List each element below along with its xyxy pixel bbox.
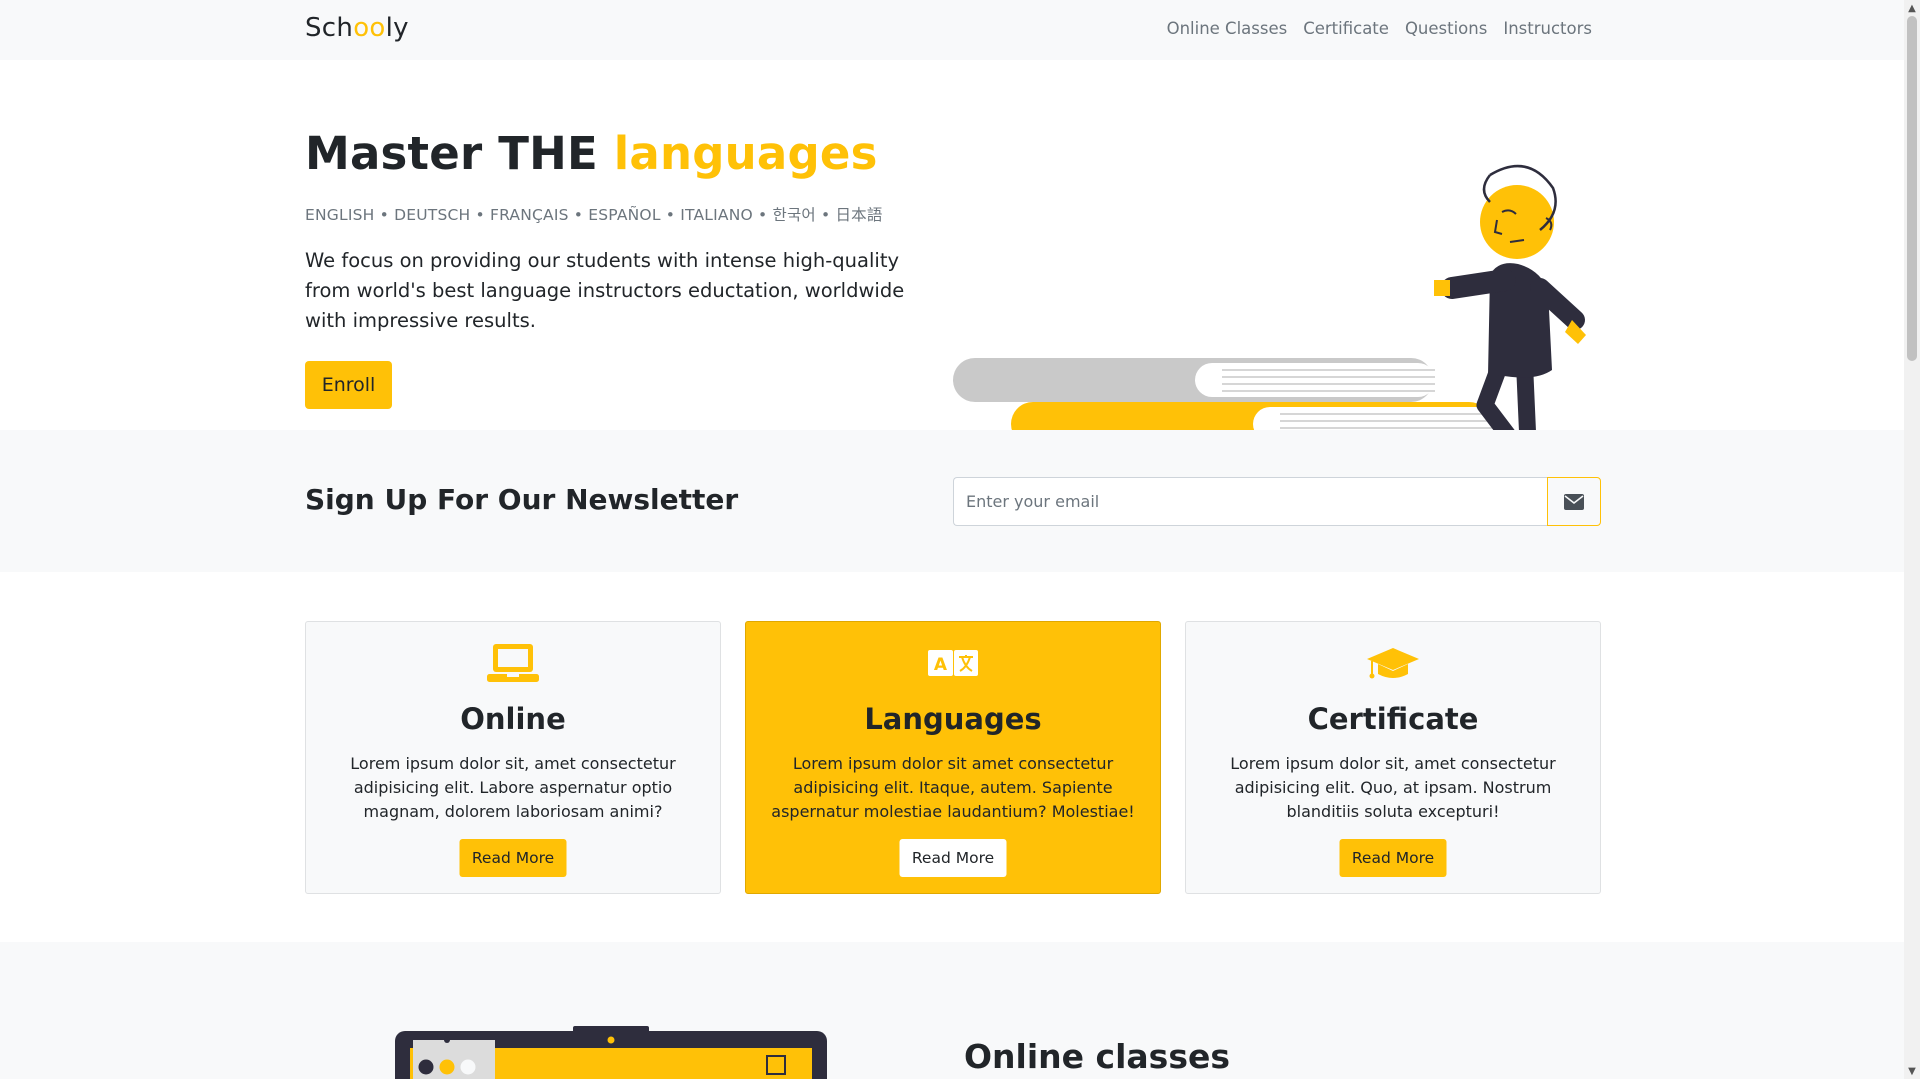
- nav-link-online-classes[interactable]: Online Classes: [1167, 19, 1288, 38]
- read-more-button-languages[interactable]: Read More: [899, 839, 1007, 877]
- hero-languages: ENGLISH • DEUTSCH • FRANÇAIS • ESPAÑOL •…: [305, 206, 883, 224]
- brand-suffix: ly: [385, 13, 409, 43]
- feature-card-languages: A Languages Lorem ipsum dolor sit amet c…: [745, 621, 1161, 894]
- brand-oo: oo: [353, 13, 386, 43]
- feature-card-certificate: Certificate Lorem ipsum dolor sit, amet …: [1185, 621, 1601, 894]
- online-classes-section: Online classes: [0, 942, 1904, 1079]
- scroll-thumb[interactable]: [1907, 16, 1917, 361]
- card-title: Certificate: [1307, 702, 1479, 736]
- newsletter-title: Sign Up For Our Newsletter: [305, 483, 739, 516]
- laptop-icon: [487, 644, 539, 682]
- card-text: Lorem ipsum dolor sit amet consectetur a…: [771, 754, 1135, 821]
- hero-title-accent: languages: [613, 127, 878, 180]
- newsletter-email-input[interactable]: [953, 477, 1548, 526]
- hero-section: Master THE languages ENGLISH • DEUTSCH •…: [0, 60, 1904, 489]
- scroll-up-arrow-icon[interactable]: ▲: [1904, 0, 1920, 16]
- nav-link-questions[interactable]: Questions: [1405, 19, 1487, 38]
- graduation-cap-icon: [1367, 648, 1419, 679]
- card-title: Languages: [864, 702, 1042, 736]
- navbar: Schooly Online Classes Certificate Quest…: [0, 0, 1904, 60]
- enroll-button[interactable]: Enroll: [305, 361, 392, 409]
- newsletter-section: Sign Up For Our Newsletter: [0, 430, 1904, 572]
- language-icon: A: [928, 650, 978, 676]
- read-more-button-online[interactable]: Read More: [459, 839, 567, 877]
- card-text: Lorem ipsum dolor sit, amet consectetur …: [1230, 754, 1556, 821]
- online-classes-title: Online classes: [964, 1037, 1230, 1076]
- nav-links: Online Classes Certificate Questions Ins…: [1167, 19, 1592, 38]
- hero-title: Master THE languages: [305, 127, 878, 180]
- person-figure: [1434, 164, 1586, 452]
- features-section: Online Lorem ipsum dolor sit, amet conse…: [0, 572, 1904, 942]
- card-title: Online: [460, 702, 566, 736]
- read-more-button-certificate[interactable]: Read More: [1339, 839, 1447, 877]
- hero-description: We focus on providing our students with …: [305, 249, 905, 332]
- page-scrollbar[interactable]: ▲ ▼: [1904, 0, 1920, 1079]
- newsletter-submit-button[interactable]: [1547, 477, 1601, 526]
- hero-title-main: Master THE: [305, 127, 598, 180]
- laptop-illustration: [395, 1026, 827, 1079]
- book-gray-top: [953, 358, 1435, 402]
- scroll-down-arrow-icon[interactable]: ▼: [1904, 1063, 1920, 1079]
- svg-text:A: A: [934, 655, 948, 675]
- nav-link-instructors[interactable]: Instructors: [1503, 19, 1592, 38]
- brand-logo[interactable]: Schooly: [305, 13, 409, 43]
- envelope-icon: [1564, 493, 1584, 510]
- card-text: Lorem ipsum dolor sit, amet consectetur …: [350, 754, 676, 821]
- nav-link-certificate[interactable]: Certificate: [1303, 19, 1389, 38]
- brand-prefix: Sch: [305, 13, 354, 43]
- feature-card-online: Online Lorem ipsum dolor sit, amet conse…: [305, 621, 721, 894]
